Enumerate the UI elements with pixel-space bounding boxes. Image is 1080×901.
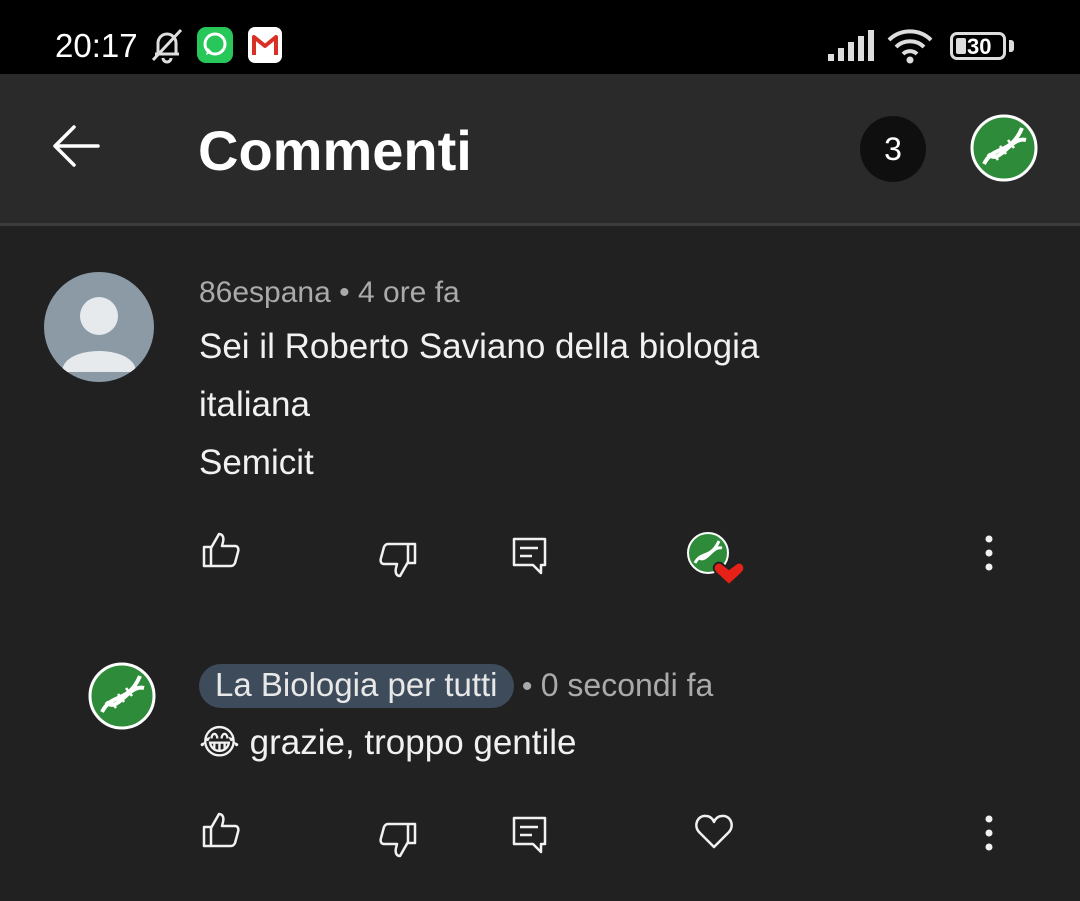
- dna-logo-icon: [970, 114, 1038, 182]
- comment-text: Sei il Roberto Saviano della biologia it…: [199, 318, 759, 492]
- battery-icon: 30: [950, 32, 1006, 60]
- user-avatar[interactable]: [44, 272, 154, 382]
- comment-line: Semicit: [199, 443, 314, 482]
- whatsapp-icon: [197, 27, 233, 63]
- meta-separator: •: [339, 276, 358, 309]
- page-title: Commenti: [198, 119, 472, 182]
- comment-line: italiana: [199, 385, 310, 424]
- comment-meta: 86espana • 4 ore fa: [199, 276, 460, 310]
- reply-icon[interactable]: [511, 815, 549, 855]
- more-options-icon[interactable]: [982, 814, 996, 852]
- reply-author-avatar[interactable]: [88, 662, 156, 735]
- status-bar: 20:17 30: [0, 0, 1080, 74]
- reply-message: grazie, troppo gentile: [249, 723, 577, 762]
- signal-icon: [828, 30, 874, 61]
- default-avatar-icon: [62, 297, 136, 372]
- reply-text: 😂 grazie, troppo gentile: [199, 714, 577, 772]
- wifi-icon: [887, 29, 933, 64]
- battery-level: 30: [967, 34, 992, 59]
- heart-icon[interactable]: [694, 812, 734, 850]
- like-icon[interactable]: [201, 530, 241, 570]
- comment-time: 4 ore fa: [357, 276, 460, 309]
- more-options-icon[interactable]: [982, 534, 996, 572]
- reply-icon[interactable]: [511, 536, 549, 576]
- dislike-icon[interactable]: [378, 820, 418, 860]
- comment-author[interactable]: 86espana: [199, 276, 331, 309]
- gmail-icon: [248, 27, 282, 63]
- laughing-emoji-icon: 😂: [199, 723, 240, 762]
- creator-heart-badge: [686, 531, 748, 592]
- dna-logo-icon: [88, 662, 156, 730]
- reply-meta: La Biologia per tutti • 0 secondi fa: [199, 664, 713, 708]
- channel-avatar[interactable]: [970, 114, 1038, 187]
- battery-cap: [1009, 40, 1014, 52]
- back-arrow-icon[interactable]: [52, 124, 100, 168]
- reply-time: 0 secondi fa: [540, 667, 714, 703]
- status-time: 20:17: [55, 27, 138, 64]
- reply-author-chip[interactable]: La Biologia per tutti: [199, 664, 514, 708]
- comments-header: Commenti 3: [0, 74, 1080, 226]
- dislike-icon[interactable]: [378, 540, 418, 580]
- like-icon[interactable]: [201, 810, 241, 850]
- meta-separator: •: [521, 670, 541, 703]
- bell-muted-icon: [151, 28, 183, 64]
- dna-logo-icon: [687, 532, 746, 587]
- comment-count-badge: 3: [860, 116, 926, 182]
- comment-line: Sei il Roberto Saviano della biologia: [199, 327, 760, 366]
